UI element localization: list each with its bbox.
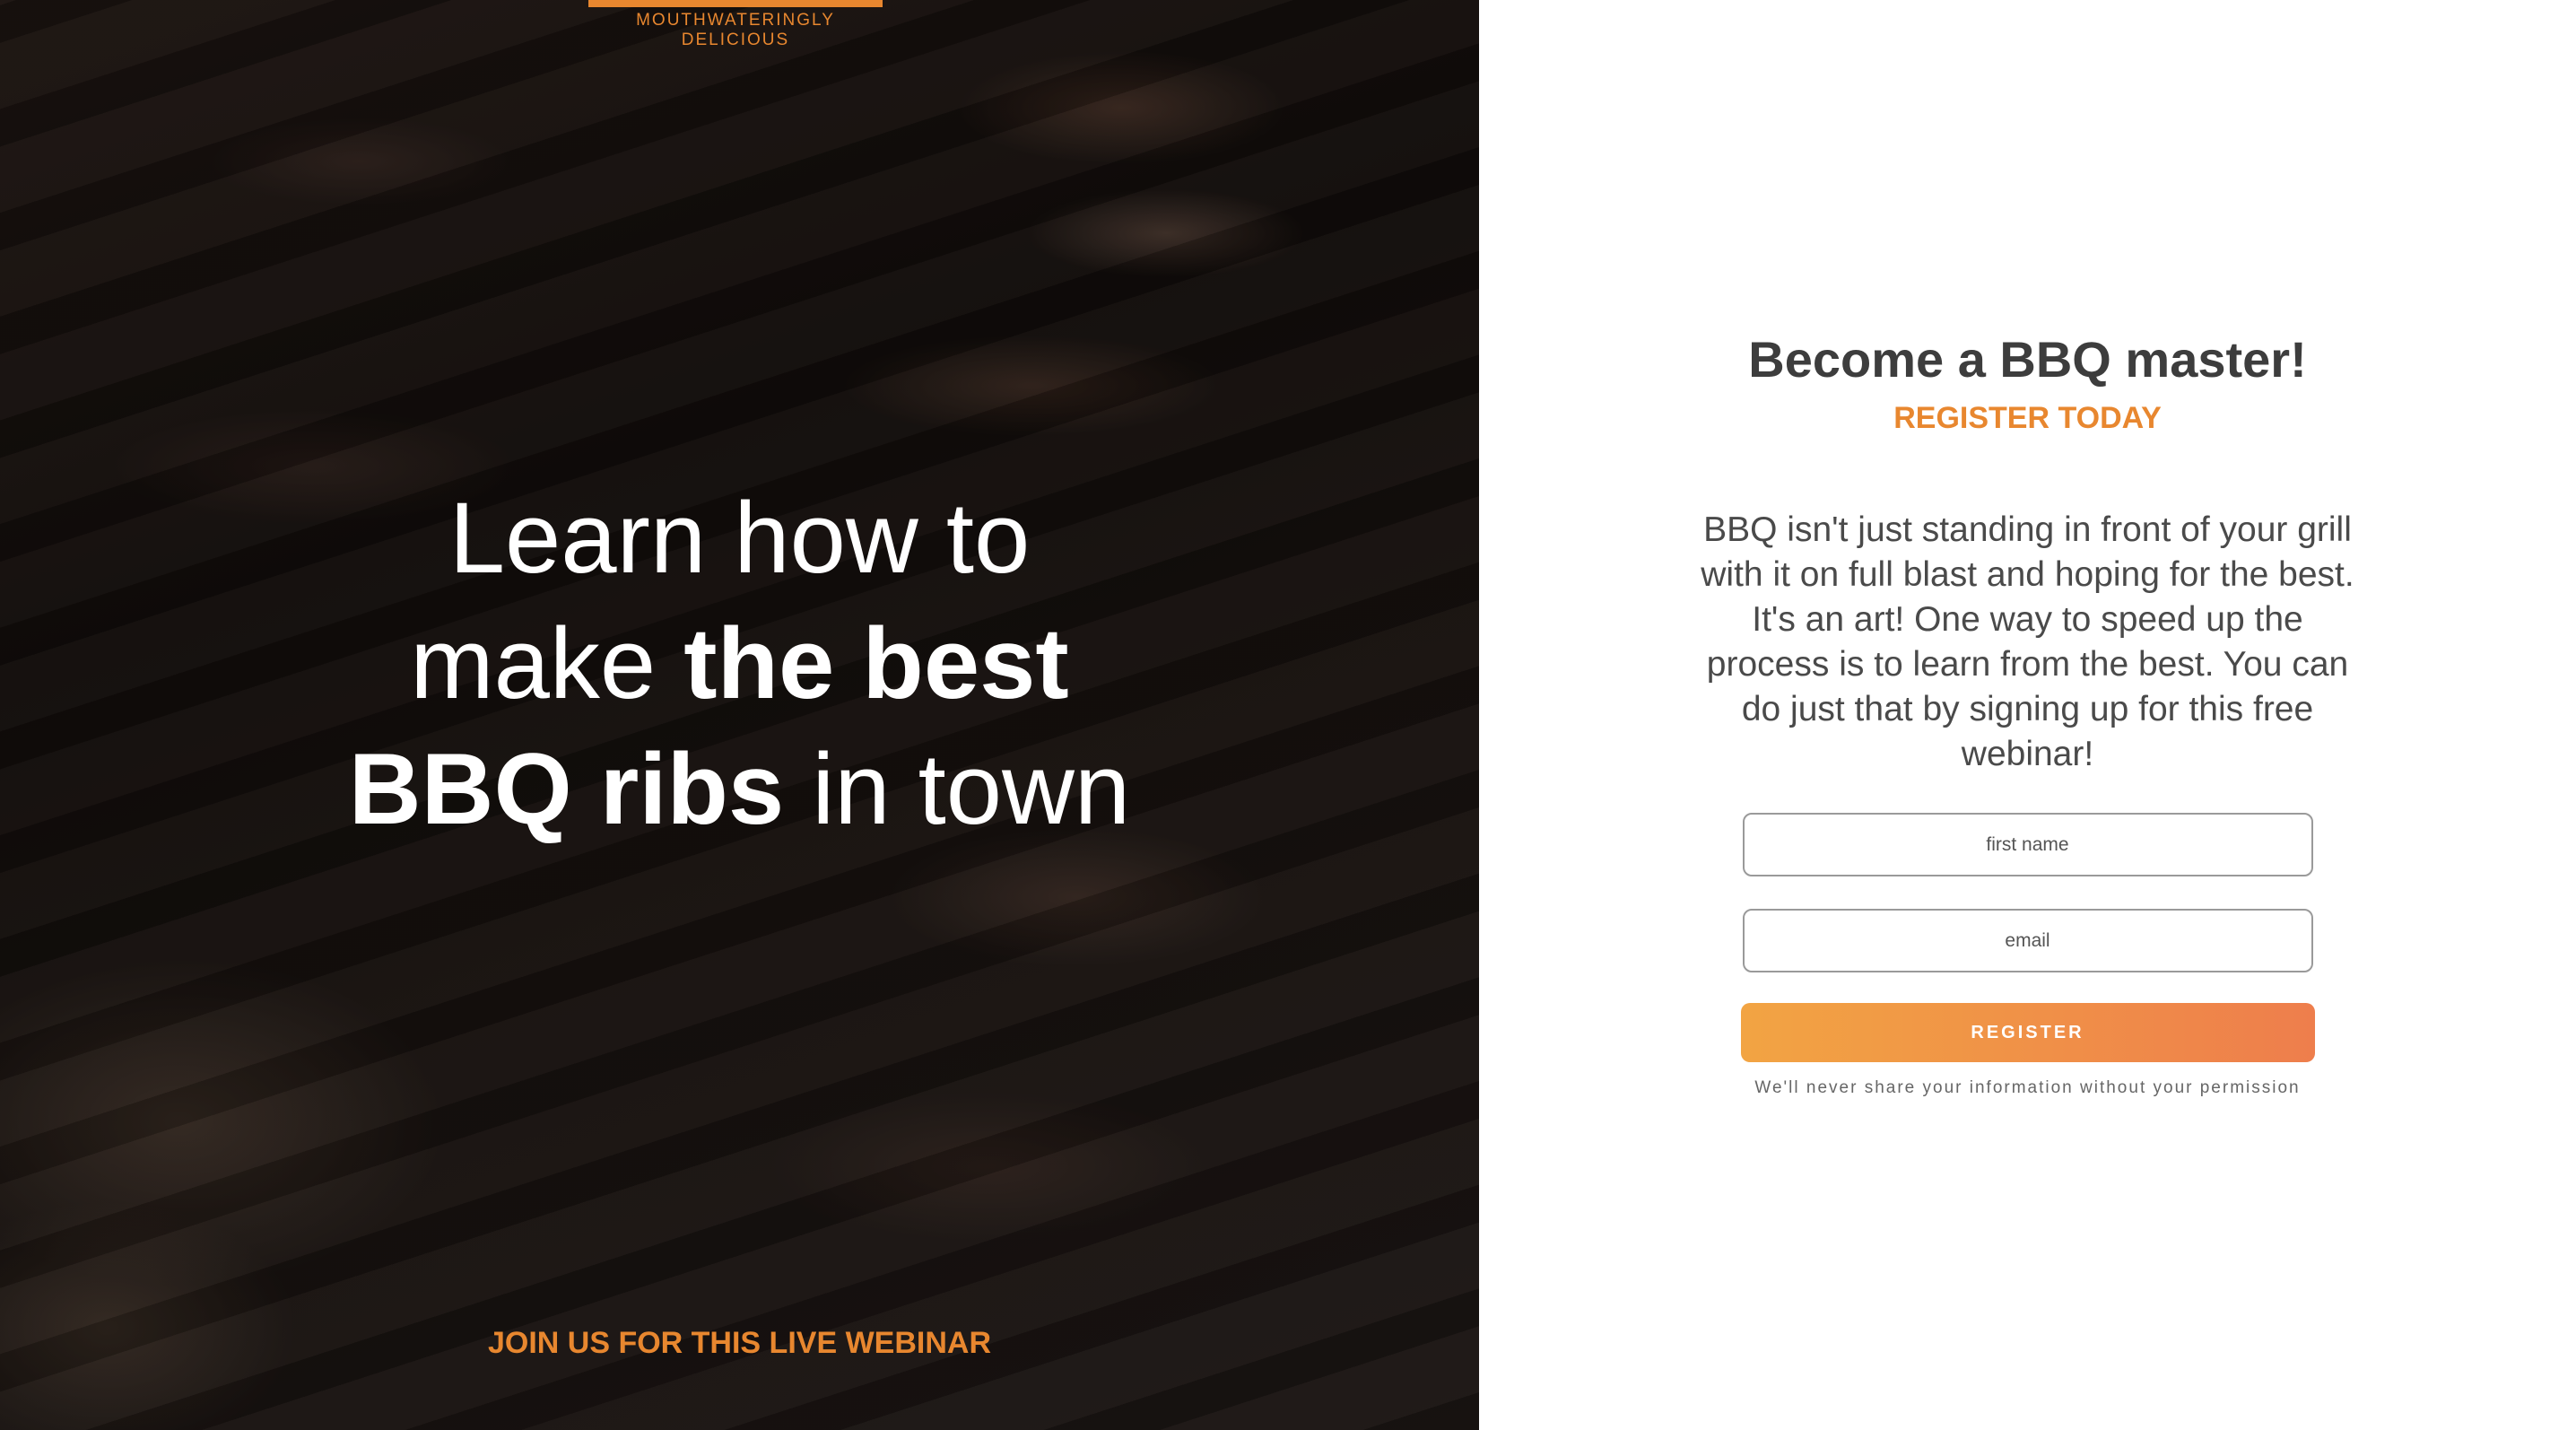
registration-panel: Become a BBQ master! REGISTER TODAY BBQ …	[1479, 0, 2576, 1430]
hero-headline: Learn how to make the best BBQ ribs in t…	[0, 475, 1479, 852]
headline-line-2-light: make	[410, 607, 684, 719]
form-subtitle: REGISTER TODAY	[1893, 401, 2162, 435]
landing-page: MOUTHWATERINGLY DELICIOUS Learn how to m…	[0, 0, 2576, 1430]
brand-tagline: MOUTHWATERINGLY DELICIOUS	[636, 11, 835, 49]
hero-section: MOUTHWATERINGLY DELICIOUS Learn how to m…	[0, 0, 1479, 1430]
form-title: Become a BBQ master!	[1748, 331, 2307, 388]
email-input[interactable]	[1742, 909, 2313, 972]
privacy-note: We'll never share your information witho…	[1754, 1078, 2301, 1097]
headline-line-2-bold: the best	[683, 607, 1069, 719]
brand-accent-bar	[588, 0, 883, 7]
headline-line-3-light: in town	[784, 733, 1131, 845]
first-name-input[interactable]	[1742, 813, 2313, 876]
register-button[interactable]: REGISTER	[1740, 1003, 2315, 1062]
form-description: BBQ isn't just standing in front of your…	[1701, 510, 2354, 773]
registration-form: Become a BBQ master! REGISTER TODAY BBQ …	[1479, 327, 2576, 1098]
webinar-cta-text: JOIN US FOR THIS LIVE WEBINAR	[487, 1326, 992, 1360]
headline-line-3-bold: BBQ ribs	[348, 733, 785, 845]
headline-line-1: Learn how to	[448, 482, 1031, 594]
